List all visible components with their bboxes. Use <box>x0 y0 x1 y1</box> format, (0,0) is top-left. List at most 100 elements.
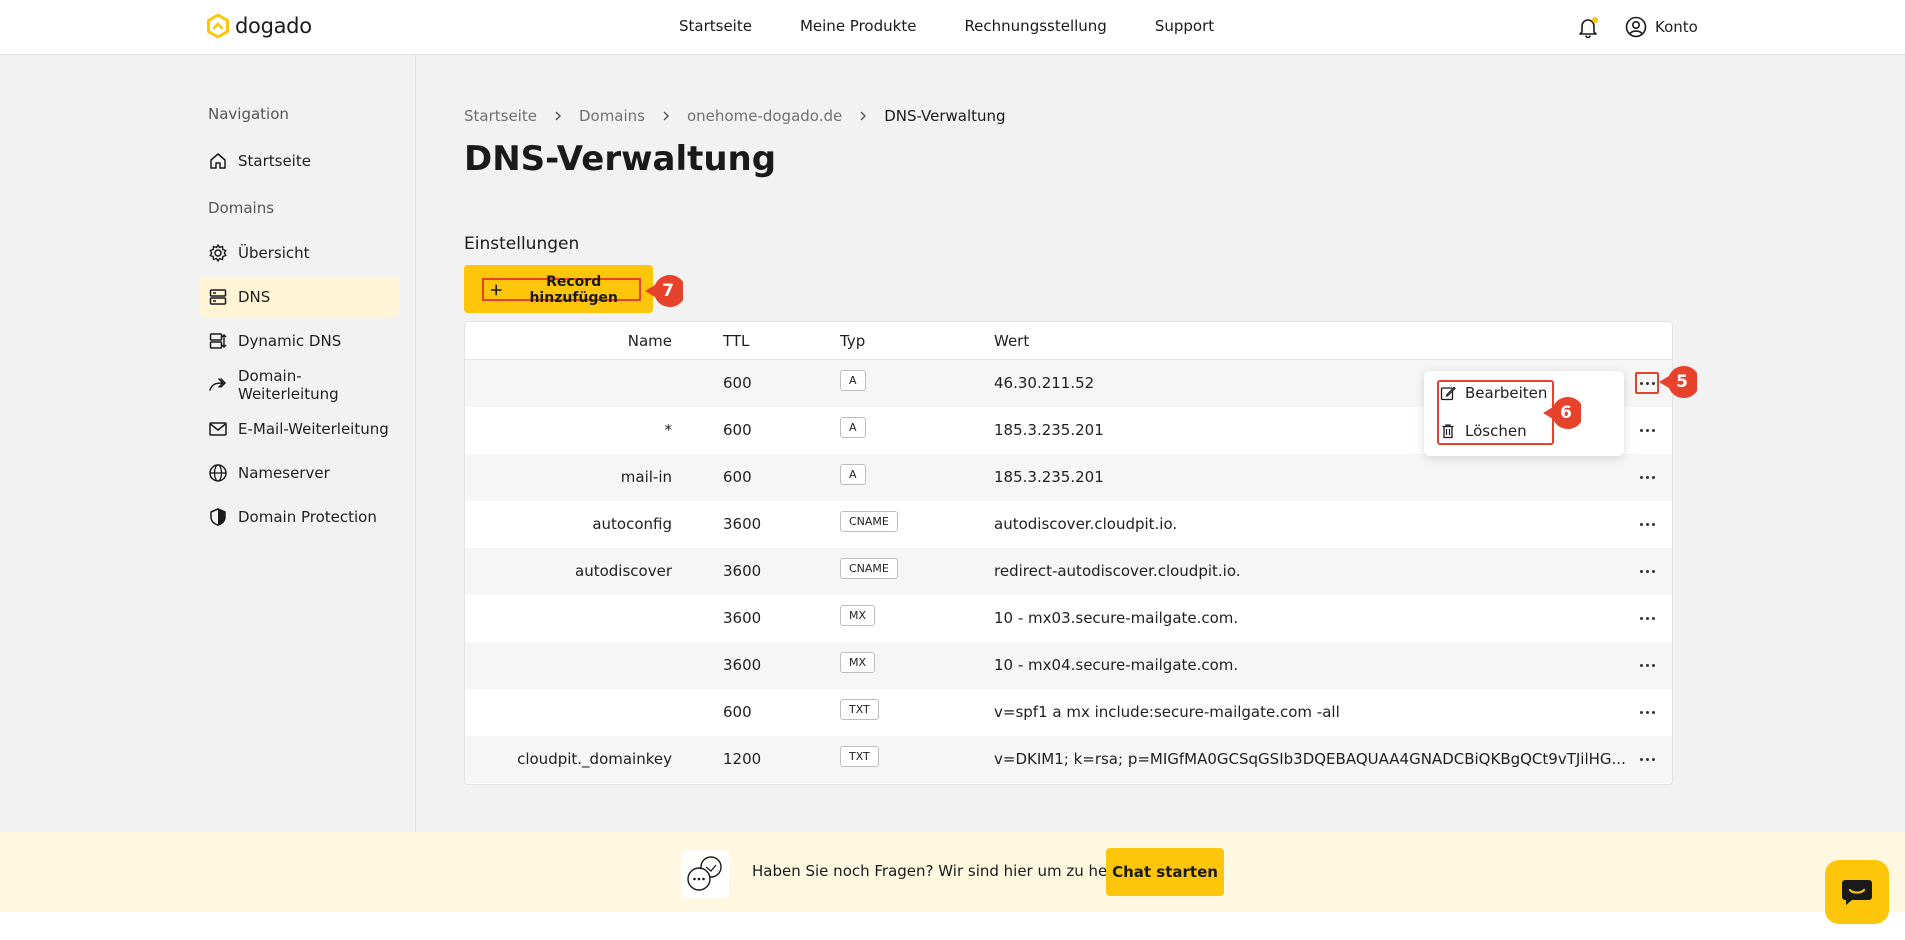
menu-item-loeschen[interactable]: Löschen <box>1440 422 1527 440</box>
edit-icon <box>1440 386 1456 401</box>
annotation-badge-5: 5 <box>1659 365 1697 399</box>
top-bar: dogado Startseite Meine Produkte Rechnun… <box>0 0 1905 55</box>
nav-support[interactable]: Support <box>1155 17 1214 35</box>
cell-wert: autodiscover.cloudpit.io. <box>994 515 1178 533</box>
cell-typ-badge: MX <box>840 605 876 626</box>
breadcrumb-current: DNS-Verwaltung <box>884 107 1006 125</box>
row-actions-button[interactable] <box>1635 560 1659 582</box>
table-row: mail-in 600 A 185.3.235.201 <box>465 454 1672 501</box>
brand-name: dogado <box>235 14 312 38</box>
cell-typ-badge: TXT <box>840 699 879 720</box>
column-header-name: Name <box>627 332 672 350</box>
cell-wert: 10 - mx03.secure-mailgate.com. <box>994 609 1239 627</box>
account-label: Konto <box>1655 18 1698 36</box>
cell-name: cloudpit._domainkey <box>517 750 672 768</box>
sidebar-item-startseite[interactable]: Startseite <box>200 141 400 181</box>
row-actions-button[interactable] <box>1635 607 1659 629</box>
cell-name: mail-in <box>620 468 672 486</box>
add-record-button[interactable]: Record hinzufügen <box>464 265 653 313</box>
cell-typ-badge: CNAME <box>840 511 898 532</box>
sidebar-item-dns[interactable]: DNS <box>200 277 400 317</box>
add-record-label: Record hinzufügen <box>529 273 618 306</box>
add-record-highlight: Record hinzufügen <box>482 274 641 306</box>
globe-icon <box>209 464 227 482</box>
row-actions-button[interactable] <box>1635 513 1659 535</box>
cell-ttl: 3600 <box>723 656 762 674</box>
table-row: autodiscover 3600 CNAME redirect-autodis… <box>465 548 1672 595</box>
brand-logo[interactable]: dogado <box>207 14 312 38</box>
cell-typ-badge: A <box>840 370 866 391</box>
menu-item-label: Bearbeiten <box>1465 384 1548 402</box>
cell-ttl: 1200 <box>723 750 762 768</box>
cell-wert: v=spf1 a mx include:secure-mailgate.com … <box>994 703 1340 721</box>
table-row: cloudpit._domainkey 1200 TXT v=DKIM1; k=… <box>465 736 1672 783</box>
sidebar-item-label: Dynamic DNS <box>238 332 342 350</box>
row-actions-button[interactable] <box>1635 748 1659 770</box>
nav-rechnungsstellung[interactable]: Rechnungsstellung <box>964 17 1106 35</box>
row-actions-button[interactable] <box>1635 466 1659 488</box>
main-navigation: Startseite Meine Produkte Rechnungsstell… <box>679 17 1214 35</box>
row-actions-button[interactable] <box>1635 372 1659 394</box>
user-icon <box>1625 16 1647 38</box>
cell-wert: v=DKIM1; k=rsa; p=MIGfMA0GCSqGSIb3DQEBAQ… <box>994 750 1626 768</box>
page-bottom <box>0 912 1905 940</box>
table-header: Name TTL Typ Wert <box>465 322 1672 360</box>
table-row: 3600 MX 10 - mx03.secure-mailgate.com. <box>465 595 1672 642</box>
chat-bubbles-icon <box>681 850 729 898</box>
gear-icon <box>209 244 227 262</box>
server-icon <box>209 289 227 305</box>
table-row: 3600 MX 10 - mx04.secure-mailgate.com. <box>465 642 1672 689</box>
breadcrumb-domains[interactable]: Domains <box>579 107 645 125</box>
sidebar-item-label: Übersicht <box>238 244 310 262</box>
menu-item-bearbeiten[interactable]: Bearbeiten <box>1440 384 1547 402</box>
cell-wert: 185.3.235.201 <box>994 421 1104 439</box>
cell-typ-badge: MX <box>840 652 876 673</box>
chat-widget-button[interactable] <box>1825 860 1889 924</box>
sidebar-item-label: Domain Protection <box>238 508 377 526</box>
sidebar-item-email-weiterleitung[interactable]: E-Mail-Weiterleitung <box>200 409 400 449</box>
bell-icon[interactable] <box>1577 16 1599 38</box>
mail-icon <box>209 422 227 436</box>
nav-meine-produkte[interactable]: Meine Produkte <box>800 17 916 35</box>
sidebar-heading-navigation: Navigation <box>208 105 289 123</box>
page-title: DNS-Verwaltung <box>464 139 777 179</box>
section-title: Einstellungen <box>464 234 580 254</box>
cell-name: autodiscover <box>575 562 672 580</box>
plus-icon <box>490 284 502 295</box>
cell-ttl: 600 <box>723 421 752 439</box>
column-header-wert: Wert <box>994 332 1030 350</box>
cell-ttl: 600 <box>723 468 752 486</box>
cell-ttl: 3600 <box>723 515 762 533</box>
sidebar-item-domain-weiterleitung[interactable]: Domain-Weiterleitung <box>200 365 400 405</box>
column-header-ttl: TTL <box>723 332 750 350</box>
dynamic-dns-icon <box>209 333 227 349</box>
sidebar-item-uebersicht[interactable]: Übersicht <box>200 233 400 273</box>
cell-wert: 185.3.235.201 <box>994 468 1104 486</box>
cell-typ-badge: A <box>840 417 866 438</box>
breadcrumb: Startseite Domains onehome-dogado.de DNS… <box>464 107 1006 125</box>
sidebar-item-label: E-Mail-Weiterleitung <box>238 420 389 438</box>
column-header-typ: Typ <box>840 332 866 350</box>
home-icon <box>210 153 226 169</box>
chat-start-button[interactable]: Chat starten <box>1106 848 1224 896</box>
sidebar-item-label: Domain-Weiterleitung <box>238 367 339 403</box>
sidebar: Navigation Startseite Domains Übersicht … <box>0 55 416 832</box>
row-actions-button[interactable] <box>1635 701 1659 723</box>
forward-icon <box>209 378 227 391</box>
dogado-logo-icon <box>207 14 229 38</box>
cell-typ-badge: TXT <box>840 746 879 767</box>
breadcrumb-domain[interactable]: onehome-dogado.de <box>687 107 842 125</box>
row-actions-button[interactable] <box>1635 419 1659 441</box>
help-banner: Haben Sie noch Fragen? Wir sind hier um … <box>0 832 1905 912</box>
breadcrumb-startseite[interactable]: Startseite <box>464 107 537 125</box>
menu-item-label: Löschen <box>1465 422 1527 440</box>
sidebar-item-nameserver[interactable]: Nameserver <box>200 453 400 493</box>
table-row: 600 TXT v=spf1 a mx include:secure-mailg… <box>465 689 1672 736</box>
cell-typ-badge: A <box>840 464 866 485</box>
chevron-right-icon <box>860 111 867 121</box>
sidebar-item-dynamic-dns[interactable]: Dynamic DNS <box>200 321 400 361</box>
nav-startseite[interactable]: Startseite <box>679 17 752 35</box>
sidebar-item-domain-protection[interactable]: Domain Protection <box>200 497 400 537</box>
row-actions-button[interactable] <box>1635 654 1659 676</box>
account-menu[interactable]: Konto <box>1625 16 1698 38</box>
